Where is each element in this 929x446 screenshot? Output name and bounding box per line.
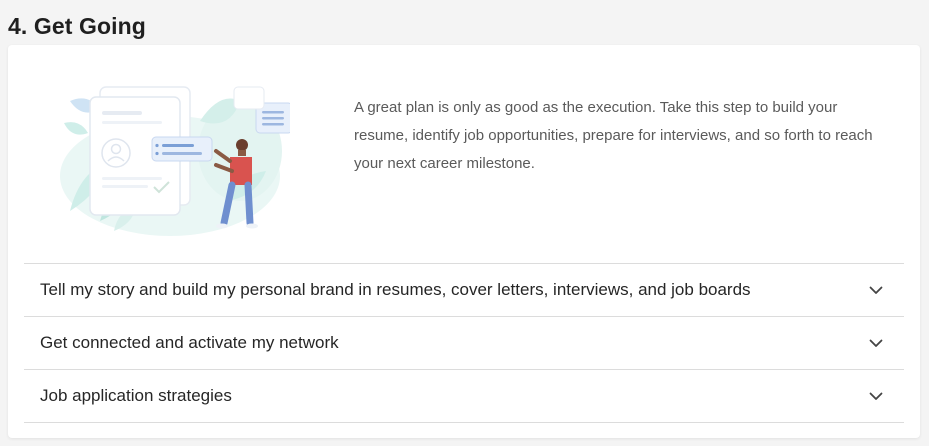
accordion-item-job-application[interactable]: Job application strategies [24, 369, 904, 423]
section-title: 4. Get Going [8, 13, 146, 39]
accordion-item-label: Tell my story and build my personal bran… [40, 280, 751, 299]
intro-paragraph: A great plan is only as good as the exec… [354, 99, 873, 172]
accordion-item-label: Get connected and activate my network [40, 333, 339, 352]
accordion-item-personal-brand[interactable]: Tell my story and build my personal bran… [24, 263, 904, 316]
chevron-down-icon[interactable] [866, 280, 886, 300]
get-going-card: A great plan is only as good as the exec… [8, 45, 920, 438]
chevron-down-icon[interactable] [866, 333, 886, 353]
career-illustration [50, 81, 293, 241]
accordion-item-network[interactable]: Get connected and activate my network [24, 316, 904, 369]
accordion: Tell my story and build my personal bran… [24, 263, 904, 423]
accordion-item-label: Job application strategies [40, 386, 232, 405]
chevron-down-icon[interactable] [866, 386, 886, 406]
